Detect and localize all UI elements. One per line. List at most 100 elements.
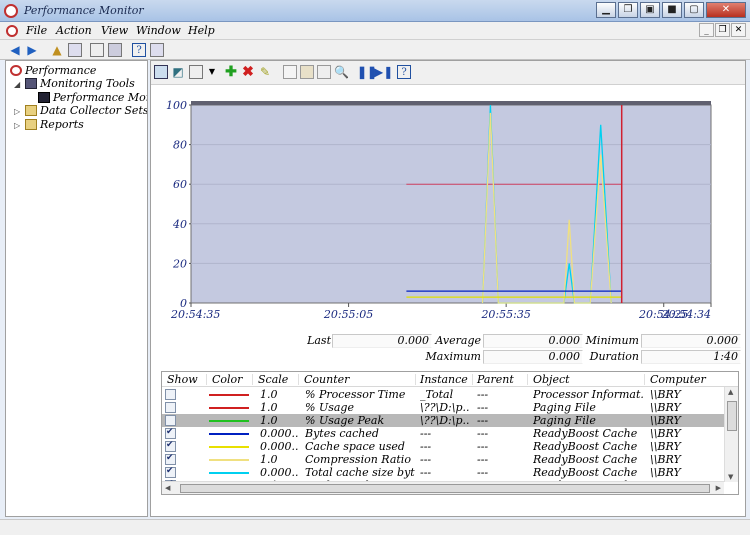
status-bar (0, 519, 750, 535)
change-graph-type-icon[interactable] (189, 65, 203, 79)
show-checkbox[interactable] (165, 466, 176, 478)
show-checkbox[interactable] (165, 402, 176, 413)
update-data-icon[interactable]: ▶❚ (374, 65, 393, 79)
cell-instance: --- (420, 466, 432, 479)
view-current-activity-icon[interactable] (154, 65, 168, 79)
header-instance[interactable]: Instance (420, 373, 468, 386)
performance-monitor-app-icon (4, 4, 18, 18)
show-hide-tree-icon[interactable] (68, 43, 82, 57)
cell-parent: --- (477, 401, 489, 414)
zoom-icon[interactable]: 🔍 (334, 65, 349, 79)
maximum-label: Maximum (425, 350, 482, 363)
properties-icon[interactable] (90, 43, 104, 57)
header-color[interactable]: Color (212, 373, 242, 386)
tree-item-monitoring-tools[interactable]: Monitoring Tools (25, 77, 135, 90)
header-show[interactable]: Show (167, 373, 198, 386)
cell-parent: --- (477, 466, 489, 479)
legend-row[interactable]: 0.000... Bytes cached --- --- ReadyBoost Cac… (162, 427, 724, 440)
navigation-tree: Performance ◢ Monitoring Tools Performan… (5, 60, 148, 517)
tree-item-data-collector-sets[interactable]: Data Collector Sets (25, 104, 147, 117)
duration-label: Duration (589, 350, 639, 363)
mdi-restore-button[interactable]: ❐ (715, 23, 730, 37)
cell-object: ReadyBoost Cache (533, 453, 638, 466)
legend-horizontal-scrollbar[interactable]: ◀ ▶ (162, 481, 724, 494)
paste-counter-list-icon[interactable] (300, 65, 314, 79)
scroll-left-arrow-icon[interactable]: ◀ (165, 484, 170, 492)
legend-vertical-scrollbar[interactable]: ▲ ▼ (724, 387, 738, 482)
menu-help[interactable]: Help (188, 24, 215, 37)
show-action-pane-icon[interactable] (150, 43, 164, 57)
expand-data-collector-sets-icon[interactable]: ▷ (14, 107, 20, 116)
back-arrow-icon[interactable]: ◀ (8, 43, 22, 57)
scroll-down-arrow-icon[interactable]: ▼ (728, 473, 733, 481)
up-folder-icon[interactable]: ▲ (50, 43, 64, 57)
cell-object: ReadyBoost Cache (533, 427, 638, 440)
expand-monitoring-tools-icon[interactable]: ◢ (14, 80, 20, 89)
x-tick-label: 20:54:35 (170, 308, 220, 321)
delete-counter-icon[interactable]: ✖ (241, 65, 255, 79)
header-scale[interactable]: Scale (258, 373, 288, 386)
menu-file[interactable]: File (26, 24, 47, 37)
y-tick-label: 20 (172, 257, 187, 270)
copy-properties-icon[interactable] (283, 65, 297, 79)
maximize-button[interactable]: ❐ (618, 2, 638, 18)
fullscreen-button[interactable]: ■ (662, 2, 682, 18)
scroll-up-arrow-icon[interactable]: ▲ (728, 388, 733, 396)
menu-action[interactable]: Action (56, 24, 92, 37)
menu-window[interactable]: Window (136, 24, 181, 37)
minimum-label: Minimum (585, 334, 639, 347)
menu-bar: File Action View Window Help _ ❐ ✕ (0, 22, 750, 40)
mdi-minimize-button[interactable]: _ (699, 23, 714, 37)
legend-row[interactable]: 0.000... Cache space used --- --- ReadyBoost… (162, 440, 724, 453)
header-parent[interactable]: Parent (477, 373, 514, 386)
performance-monitor-icon (38, 92, 50, 103)
cell-counter: Total cache size bytes (305, 466, 415, 479)
legend-row[interactable]: 1.0 Compression Ratio --- --- ReadyBoost Cac… (162, 453, 724, 466)
vertical-scroll-thumb[interactable] (727, 401, 737, 431)
window-title: Performance Monitor (24, 4, 144, 17)
performance-graph[interactable]: 10080604020020:54:35 20:55:05 20:55:35 20:5… (151, 85, 745, 327)
legend-row[interactable]: 1.0 % Usage \??\D:\p... --- Paging File \\BRY (162, 401, 724, 414)
show-checkbox[interactable] (165, 415, 176, 426)
horizontal-scroll-thumb[interactable] (180, 484, 710, 493)
legend-row[interactable]: 1.0 % Processor Time _Total --- Processor In… (162, 388, 724, 401)
help-icon[interactable]: ? (132, 43, 146, 57)
tree-item-performance[interactable]: Performance (10, 64, 96, 77)
show-checkbox[interactable] (165, 453, 176, 465)
minimize-button[interactable]: ▁ (596, 2, 616, 18)
plot-background (190, 104, 712, 304)
extra-window-button[interactable]: ▢ (684, 2, 704, 18)
close-button[interactable]: ✕ (706, 2, 746, 18)
header-computer[interactable]: Computer (650, 373, 706, 386)
color-swatch (209, 407, 249, 409)
highlight-icon[interactable]: ✎ (258, 65, 272, 79)
color-swatch (209, 472, 249, 474)
help-icon[interactable]: ? (397, 65, 411, 79)
forward-arrow-icon[interactable]: ▶ (25, 43, 39, 57)
cell-counter: % Processor Time (305, 388, 406, 401)
freeze-display-icon[interactable]: ❚❚ (357, 65, 377, 79)
tree-item-performance-monitor[interactable]: Performance Mon (38, 91, 147, 104)
y-tick-label: 100 (166, 99, 187, 112)
properties-icon[interactable] (317, 65, 331, 79)
view-log-data-icon[interactable]: ◩ (171, 65, 185, 79)
export-list-icon[interactable] (108, 43, 122, 57)
tree-item-reports[interactable]: Reports (25, 118, 84, 131)
show-checkbox[interactable] (165, 389, 176, 400)
graph-type-dropdown-icon[interactable]: ▼ (205, 65, 219, 79)
header-counter[interactable]: Counter (304, 373, 349, 386)
show-checkbox[interactable] (165, 440, 176, 452)
cell-object: Processor Informat... (533, 388, 643, 401)
show-checkbox[interactable] (165, 427, 176, 439)
legend-header: Show Color Scale Counter Instance Parent… (162, 372, 738, 387)
legend-row[interactable]: 0.000... Total cache size bytes --- --- Read… (162, 466, 724, 479)
cell-scale: 0.000... (260, 466, 298, 479)
scroll-right-arrow-icon[interactable]: ▶ (716, 484, 721, 492)
menu-view[interactable]: View (101, 24, 128, 37)
expand-reports-icon[interactable]: ▷ (14, 121, 20, 130)
legend-row[interactable]: 1.0 % Usage Peak \??\D:\p... --- Paging File… (162, 414, 724, 427)
header-object[interactable]: Object (533, 373, 570, 386)
restore-button[interactable]: ▣ (640, 2, 660, 18)
mdi-close-button[interactable]: ✕ (731, 23, 746, 37)
add-counter-icon[interactable]: ✚ (224, 65, 238, 79)
